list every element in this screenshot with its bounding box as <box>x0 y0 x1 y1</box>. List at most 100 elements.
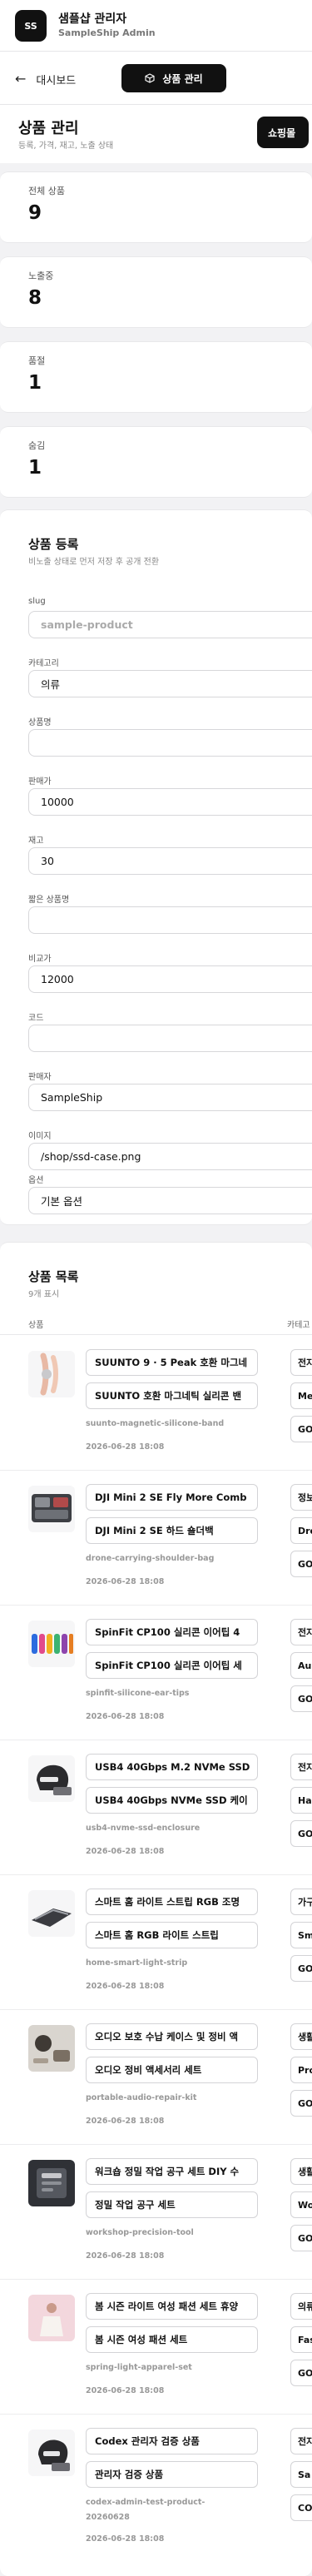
category-select[interactable]: 전자 <box>290 1754 312 1780</box>
product-slug: codex-admin-test-product- <box>86 2498 206 2507</box>
status-field[interactable]: GO <box>290 2090 312 2117</box>
audio-kit-thumbnail <box>28 2025 75 2072</box>
status-field[interactable]: GO <box>290 1551 312 1577</box>
product-slug: usb4-nvme-ssd-enclosure <box>86 1824 201 1833</box>
app-logo[interactable]: SS <box>15 10 47 42</box>
header-divider <box>0 1334 312 1335</box>
slug-input[interactable] <box>28 611 312 638</box>
category-field[interactable]: Wo <box>290 2191 312 2218</box>
product-name-field[interactable]: 스마트 홈 라이트 스트립 RGB 조명 <box>86 1889 258 1915</box>
category-field[interactable]: Sa <box>290 2461 312 2488</box>
category-field[interactable]: Fas <box>290 2326 312 2353</box>
category-field[interactable]: Ha <box>290 1787 312 1814</box>
tool-set-thumbnail <box>28 2160 75 2206</box>
product-date: 2026-06-28 18:08 <box>86 1712 165 1721</box>
product-short-name-field[interactable]: DJI Mini 2 SE 하드 숄더백 <box>86 1517 258 1544</box>
product-name-field[interactable]: 오디오 보호 수납 케이스 및 정비 액 <box>86 2023 258 2050</box>
product-slug: suunto-magnetic-silicone-band <box>86 1419 225 1428</box>
status-field[interactable]: GO <box>290 1685 312 1712</box>
field-label-code: 코드 <box>28 1014 44 1023</box>
stat-card-hidden: 숨김 1 <box>0 426 312 498</box>
category-input[interactable] <box>28 670 312 697</box>
field-label-image: 이미지 <box>28 1132 52 1141</box>
page-title-bar: 상품 관리 등록, 가격, 재고, 노출 상태 쇼핑몰 <box>0 105 312 163</box>
category-select[interactable]: 생활 <box>290 2023 312 2050</box>
tab-product-management[interactable]: 상품 관리 <box>121 64 226 92</box>
category-field[interactable]: Au <box>290 1652 312 1679</box>
product-name-field[interactable]: USB4 40Gbps M.2 NVMe SSD <box>86 1754 258 1780</box>
product-short-name-field[interactable]: 정밀 작업 공구 세트 <box>86 2191 258 2218</box>
list-count: 9개 표시 <box>28 1290 60 1299</box>
category-field[interactable]: Sm <box>290 1922 312 1948</box>
ssd-case-thumbnail <box>28 1755 75 1802</box>
seller-input[interactable] <box>28 1084 312 1111</box>
app-title: 샘플샵 관리자 <box>58 12 127 26</box>
category-field[interactable]: Dro <box>290 1517 312 1544</box>
category-select[interactable]: 정보 <box>290 1484 312 1511</box>
product-date: 2026-06-28 18:08 <box>86 1442 165 1452</box>
option-input[interactable] <box>28 1187 312 1214</box>
status-field[interactable]: CO <box>290 2494 312 2521</box>
category-select[interactable]: 전자 <box>290 2428 312 2454</box>
table-row: DJI Mini 2 SE Fly More Comb DJI Mini 2 S… <box>0 1471 312 1606</box>
status-field[interactable]: GO <box>290 1820 312 1847</box>
product-short-name-field[interactable]: 오디오 정비 액세서리 세트 <box>86 2057 258 2083</box>
product-slug-continued: 20260628 <box>86 2513 130 2522</box>
image-input[interactable] <box>28 1143 312 1170</box>
product-slug: spring-light-apparel-set <box>86 2363 192 2372</box>
product-date: 2026-06-28 18:08 <box>86 2386 165 2395</box>
table-row: 오디오 보호 수납 케이스 및 정비 액 오디오 정비 액세서리 세트 port… <box>0 2010 312 2145</box>
product-date: 2026-06-28 18:08 <box>86 2534 165 2544</box>
apparel-thumbnail <box>28 2295 75 2341</box>
product-short-name-field[interactable]: USB4 40Gbps NVMe SSD 케이 <box>86 1787 258 1814</box>
stat-label: 숨김 <box>28 440 46 451</box>
stock-input[interactable] <box>28 847 312 875</box>
field-label-category: 카테고리 <box>28 659 59 668</box>
product-name-field[interactable]: 봄 시즌 라이트 여성 패션 세트 휴양 <box>86 2293 258 2320</box>
product-date: 2026-06-28 18:08 <box>86 1577 165 1586</box>
view-shop-button[interactable]: 쇼핑몰 <box>257 117 309 148</box>
product-short-name-field[interactable]: 봄 시즌 여성 패션 세트 <box>86 2326 258 2353</box>
ear-tips-thumbnail <box>28 1621 75 1667</box>
nav-row: ← 대시보드 상품 관리 <box>0 52 312 105</box>
list-title: 상품 목록 <box>28 1269 79 1284</box>
name-input[interactable] <box>28 729 312 757</box>
category-select[interactable]: 가구 <box>290 1889 312 1915</box>
product-name-field[interactable]: Codex 관리자 검증 상품 <box>86 2428 258 2454</box>
product-name-field[interactable]: SpinFit CP100 실리콘 이어팁 4 <box>86 1619 258 1645</box>
field-label-stock: 재고 <box>28 836 44 846</box>
product-date: 2026-06-28 18:08 <box>86 1847 165 1856</box>
compare-price-input[interactable] <box>28 965 312 993</box>
category-field[interactable]: Me <box>290 1382 312 1409</box>
short-name-input[interactable] <box>28 906 312 934</box>
field-label-short-name: 짧은 상품명 <box>28 896 70 905</box>
category-select[interactable]: 생활 <box>290 2158 312 2185</box>
product-slug: spinfit-silicone-ear-tips <box>86 1689 190 1698</box>
product-slug: drone-carrying-shoulder-bag <box>86 1554 215 1563</box>
product-short-name-field[interactable]: 스마트 홈 RGB 라이트 스트립 <box>86 1922 258 1948</box>
product-short-name-field[interactable]: SUUNTO 호환 마그네틱 실리콘 밴 <box>86 1382 258 1409</box>
category-select[interactable]: 의류 <box>290 2293 312 2320</box>
code-input[interactable] <box>28 1025 312 1052</box>
category-select[interactable]: 전자 <box>290 1349 312 1376</box>
product-name-field[interactable]: 워크숍 정밀 작업 공구 세트 DIY 수 <box>86 2158 258 2185</box>
price-input[interactable] <box>28 788 312 816</box>
product-short-name-field[interactable]: SpinFit CP100 실리콘 이어팁 세 <box>86 1652 258 1679</box>
product-short-name-field[interactable]: 관리자 검증 상품 <box>86 2461 258 2488</box>
status-field[interactable]: GO <box>290 1416 312 1442</box>
stat-label: 전체 상품 <box>28 186 65 196</box>
table-row: 워크숍 정밀 작업 공구 세트 DIY 수 정밀 작업 공구 세트 worksh… <box>0 2145 312 2280</box>
product-name-field[interactable]: DJI Mini 2 SE Fly More Comb <box>86 1484 258 1511</box>
field-label-compare-price: 비교가 <box>28 955 52 964</box>
stat-card-total: 전체 상품 9 <box>0 171 312 243</box>
status-field[interactable]: GO <box>290 1955 312 1982</box>
product-slug: home-smart-light-strip <box>86 1958 188 1968</box>
box-icon <box>145 73 155 83</box>
status-field[interactable]: GO <box>290 2225 312 2251</box>
status-field[interactable]: GO <box>290 2360 312 2386</box>
back-to-dashboard-link[interactable]: ← 대시보드 <box>15 67 76 92</box>
category-field[interactable]: Pro <box>290 2057 312 2083</box>
table-row: USB4 40Gbps M.2 NVMe SSD USB4 40Gbps NVM… <box>0 1740 312 1875</box>
product-name-field[interactable]: SUUNTO 9 · 5 Peak 호환 마그네 <box>86 1349 258 1376</box>
category-select[interactable]: 전자 <box>290 1619 312 1645</box>
